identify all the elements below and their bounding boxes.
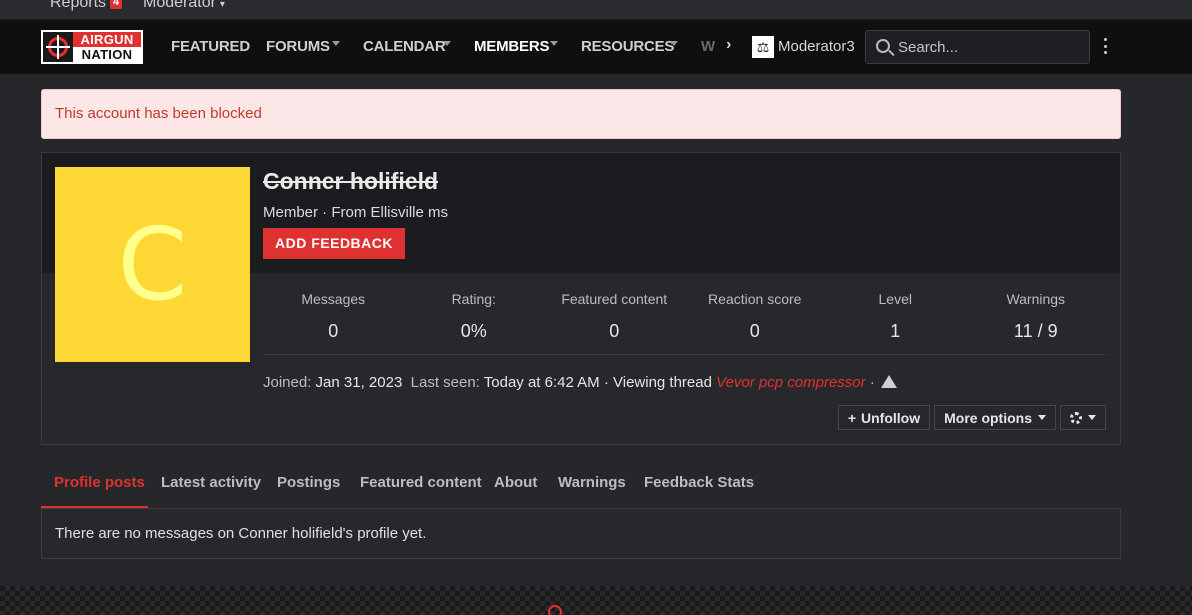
divider — [263, 354, 1106, 355]
nav-featured[interactable]: FEATURED — [171, 38, 250, 55]
blocked-alert: This account has been blocked — [41, 89, 1121, 139]
nav-overflow-item[interactable]: W — [701, 38, 715, 55]
stat-label: Warnings — [1006, 291, 1066, 307]
tab-postings[interactable]: Postings — [277, 474, 340, 491]
settings-button[interactable] — [1060, 405, 1106, 430]
logo-line-2: NATION — [73, 47, 141, 62]
chevron-down-icon: ▾ — [219, 0, 225, 10]
last-seen-label: Last seen: — [410, 374, 480, 391]
avatar[interactable]: C — [55, 167, 250, 362]
stat-featured-content[interactable]: Featured content 0 — [544, 291, 685, 342]
top-strip: Reports 4 Moderator ▾ — [0, 0, 1192, 20]
joined-label: Joined: — [263, 374, 312, 391]
plus-icon: + — [847, 409, 856, 426]
moderator-avatar[interactable]: ⚖ — [752, 36, 774, 58]
tab-latest-activity[interactable]: Latest activity — [161, 474, 261, 491]
reports-count-badge: 4 — [110, 0, 123, 9]
more-options-button[interactable]: More options — [934, 405, 1056, 430]
profile-posts-panel: There are no messages on Conner holifiel… — [41, 508, 1121, 559]
stat-label: Rating: — [451, 291, 496, 307]
chevron-down-icon[interactable] — [332, 41, 340, 46]
stat-label: Level — [878, 291, 912, 307]
profile-tabs: Profile posts Latest activity Postings F… — [41, 466, 1121, 509]
stat-value: 0 — [609, 321, 620, 341]
chevron-down-icon — [1088, 415, 1096, 420]
stat-label: Featured content — [561, 291, 668, 307]
unfollow-label: Unfollow — [861, 409, 921, 426]
site-logo[interactable]: AIRGUN NATION — [41, 30, 143, 64]
warning-icon[interactable] — [881, 375, 897, 388]
tab-warnings[interactable]: Warnings — [558, 474, 626, 491]
stat-value: 11 / 9 — [1013, 321, 1058, 341]
chevron-right-icon[interactable]: › — [726, 36, 731, 54]
reports-link[interactable]: Reports 4 — [50, 0, 123, 12]
more-vertical-icon[interactable] — [1102, 38, 1108, 54]
nav-forums[interactable]: FORUMS — [266, 38, 330, 55]
tab-about[interactable]: About — [494, 474, 537, 491]
chevron-down-icon — [1038, 415, 1046, 420]
profile-card: C Conner holifield Member · From Ellisvi… — [41, 152, 1121, 445]
stat-warnings[interactable]: Warnings 11 / 9 — [966, 291, 1107, 342]
stat-label: Reaction score — [708, 291, 802, 307]
joined-date: Jan 31, 2023 — [315, 374, 403, 391]
stat-reaction-score[interactable]: Reaction score 0 — [685, 291, 826, 342]
main-navbar: AIRGUN NATION FEATURED FORUMS CALENDAR M… — [0, 20, 1192, 74]
stat-messages[interactable]: Messages 0 — [263, 291, 404, 342]
nav-members[interactable]: MEMBERS — [474, 38, 549, 55]
nav-resources[interactable]: RESOURCES — [581, 38, 674, 55]
profile-stats: Messages 0 Rating: 0% Featured content 0… — [263, 291, 1106, 342]
footer-logo-icon — [548, 605, 562, 615]
avatar-letter: C — [117, 205, 188, 323]
chevron-down-icon[interactable] — [443, 41, 451, 46]
stat-value: 0 — [328, 321, 339, 341]
search-box[interactable] — [865, 30, 1090, 64]
activity-line: Joined: Jan 31, 2023 Last seen: Today at… — [263, 374, 897, 391]
unfollow-button[interactable]: + Unfollow — [837, 405, 931, 430]
reports-label: Reports — [50, 0, 107, 11]
tab-profile-posts[interactable]: Profile posts — [54, 474, 145, 491]
profile-actions: + Unfollow More options — [837, 405, 1106, 430]
moderator-label: Moderator — [143, 0, 216, 11]
chevron-down-icon[interactable] — [670, 41, 678, 46]
stat-label: Messages — [301, 291, 366, 307]
scales-icon: ⚖ — [756, 39, 770, 55]
add-feedback-button[interactable]: ADD FEEDBACK — [263, 228, 405, 259]
stat-value: 0% — [460, 321, 487, 341]
logo-line-1: AIRGUN — [73, 32, 141, 47]
stat-rating[interactable]: Rating: 0% — [404, 291, 545, 342]
tab-feedback-stats[interactable]: Feedback Stats — [644, 474, 754, 491]
more-options-label: More options — [944, 409, 1032, 426]
account-username[interactable]: Moderator3 — [778, 38, 855, 55]
search-icon — [876, 39, 890, 53]
viewing-thread-link[interactable]: Vevor pcp compressor — [716, 374, 866, 391]
crosshair-icon — [43, 32, 73, 62]
stat-level[interactable]: Level 1 — [825, 291, 966, 342]
moderator-menu[interactable]: Moderator ▾ — [143, 0, 225, 12]
footer-background — [0, 586, 1192, 615]
profile-meta: Member · From Ellisville ms — [263, 204, 449, 221]
tab-featured-content[interactable]: Featured content — [360, 474, 482, 491]
stat-value: 1 — [890, 321, 901, 341]
last-seen-value: Today at 6:42 AM · Viewing thread — [483, 374, 712, 391]
stat-value: 0 — [749, 321, 760, 341]
separator: · — [869, 374, 875, 391]
nav-calendar[interactable]: CALENDAR — [363, 38, 446, 55]
profile-username: Conner holifield — [263, 168, 439, 194]
search-input[interactable] — [898, 37, 1078, 57]
chevron-down-icon[interactable] — [550, 41, 558, 46]
gear-icon — [1070, 411, 1082, 424]
